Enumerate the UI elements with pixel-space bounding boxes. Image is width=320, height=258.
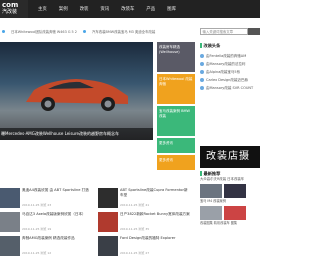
feature-tile[interactable]: 改装房车精选 (Wellhouse)	[157, 42, 195, 72]
main-nav: 主页 案例 改装 资讯 改装车 产品 图库	[38, 0, 176, 18]
recommend-caption[interactable]: 宝马 M4 改装案例	[200, 199, 260, 204]
list-item-label: Carlex Design改装迈巴赫	[206, 78, 248, 82]
article-card[interactable]: Ford Design改装的福特 Explorer 2019-11-25 浏览 …	[98, 236, 194, 258]
feature-tiles: 改装房车精选 (Wellhouse) 日本Whitewool 改装奔驰 宝马改装…	[157, 42, 195, 172]
article-meta: 2019-11-25 浏览 27	[120, 251, 150, 255]
recommend-thumbnail[interactable]	[200, 184, 222, 198]
list-item[interactable]: 由Alpina改装宝马5系	[200, 68, 260, 76]
article-title[interactable]: Ford Design改装的福特 Explorer	[120, 236, 190, 241]
recommend-text[interactable]: 大众高尔夫R改装 日本改装车	[200, 177, 260, 182]
article-meta: 2019-11-25 浏览 41	[120, 203, 150, 207]
article-title[interactable]: ABT Sportsline改装Cupra Formentor新车型	[120, 188, 190, 197]
recommend-thumbnail[interactable]	[224, 184, 246, 198]
feature-tile[interactable]: 更多资讯	[157, 155, 195, 170]
article-meta: 2019-11-25 浏览 23	[22, 203, 52, 207]
recommend-heading: 最新推荐	[200, 170, 260, 177]
article-thumbnail[interactable]	[0, 212, 20, 232]
list-item[interactable]: 由Fentella改装的奔驰AM	[200, 52, 260, 60]
feature-tile[interactable]: 更多资讯	[157, 138, 195, 153]
article-title[interactable]: 日产3822新款Rocket Bunny宽体改装方案	[120, 212, 190, 217]
bullet-icon	[2, 29, 5, 33]
recommend-row	[200, 206, 260, 220]
car-image	[26, 79, 128, 111]
article-thumbnail[interactable]	[0, 236, 20, 256]
article-thumbnail[interactable]	[98, 188, 118, 208]
recommend-row	[200, 184, 260, 198]
article-meta: 2019-11-25 浏览 19	[22, 227, 52, 231]
recommend-heading-text: 最新推荐	[203, 170, 221, 176]
nav-item-news[interactable]: 资讯	[100, 6, 109, 12]
sidebar-heading-text: 改装头条	[203, 42, 221, 48]
ad-banner[interactable]: 改装店摄	[200, 146, 260, 168]
article-title[interactable]: 马自达3 Axela改装版案例欣赏（日本）	[22, 212, 92, 217]
bullet-icon	[200, 78, 204, 82]
feature-tile[interactable]: 宝马改装案例 BMW 改装	[157, 106, 195, 136]
nav-item-cases[interactable]: 案例	[59, 6, 68, 12]
nav-item-products[interactable]: 产品	[146, 6, 155, 12]
nav-item-tuning[interactable]: 改装	[80, 6, 89, 12]
recommend-box: 最新推荐 大众高尔夫R改装 日本改装车 宝马 M4 改装案例 改装图集 精彩改装…	[200, 170, 260, 226]
recommend-thumbnail[interactable]	[224, 206, 246, 220]
heading-marker-icon	[200, 171, 202, 176]
nav-item-gallery[interactable]: 图库	[167, 6, 176, 12]
sidebar-heading: 改装头条	[200, 42, 260, 49]
headline-list: 由Fentella改装的奔驰AM 由Mansory改装的法拉利 由Alpina改…	[200, 52, 260, 92]
list-item-label: 由Alpina改装宝马5系	[206, 70, 241, 74]
list-item[interactable]: 由Mansory改装的法拉利	[200, 60, 260, 68]
article-card[interactable]: 奥迪A4改装欣赏 由 ABT Sportsline 打造 2019-11-25 …	[0, 188, 96, 210]
bullet-icon	[200, 86, 204, 90]
article-thumbnail[interactable]	[98, 236, 118, 256]
article-card[interactable]: 马自达3 Axela改装版案例欣赏（日本） 2019-11-25 浏览 19	[0, 212, 96, 234]
nav-item-home[interactable]: 主页	[38, 6, 47, 12]
top-navigation-bar: com 汽改装 主页 案例 改装 资讯 改装车 产品 图库	[0, 0, 260, 18]
logo-top-text: com	[2, 1, 19, 9]
hero-slider[interactable]: 曝Mercedes-AMG改装Wellhouse Leisure改装的越野房车概…	[0, 42, 153, 140]
list-item-label: 由Fentella改装的奔驰AM	[206, 54, 247, 58]
ticker-item[interactable]: 日本Whitewool团队改装奔驰 W463 G 5 2	[11, 29, 77, 34]
bullet-icon	[200, 62, 204, 66]
site-logo[interactable]: com 汽改装	[0, 0, 28, 18]
article-thumbnail[interactable]	[0, 188, 20, 208]
list-item-label: 由Mansory改装的法拉利	[206, 62, 246, 66]
heading-marker-icon	[200, 43, 202, 48]
search-input[interactable]: 输入关键词搜索文章	[200, 28, 248, 35]
article-card[interactable]: 奔驰AMG改装案例 精选改装作品 2019-11-25 浏览 12	[0, 236, 96, 258]
hero-caption[interactable]: 曝Mercedes-AMG改装Wellhouse Leisure改装的越野房车概…	[0, 128, 153, 140]
article-meta: 2019-11-25 浏览 12	[22, 251, 52, 255]
search-button[interactable]	[248, 28, 260, 35]
article-title[interactable]: 奥迪A4改装欣赏 由 ABT Sportsline 打造	[22, 188, 92, 193]
article-meta: 2019-11-25 浏览 35	[120, 227, 150, 231]
list-item[interactable]: 由Mansory改装 SVR COUNT	[200, 84, 260, 92]
bullet-icon	[200, 54, 204, 58]
list-item[interactable]: Carlex Design改装迈巴赫	[200, 76, 260, 84]
bullet-icon	[82, 29, 86, 33]
feature-tile[interactable]: 日本Whitewool 改装奔驰	[157, 74, 195, 104]
ticker-item[interactable]: 汽车改装BMW改装宝马 M3 奥迪全车改装	[92, 29, 155, 34]
list-item-label: 由Mansory改装 SVR COUNT	[206, 86, 254, 90]
bullet-icon	[200, 70, 204, 74]
logo-bottom-text: 汽改装	[2, 9, 18, 15]
sidebar: 改装头条 由Fentella改装的奔驰AM 由Mansory改装的法拉利 由Al…	[200, 42, 260, 92]
recommend-thumbnail[interactable]	[200, 206, 222, 220]
nav-item-cars[interactable]: 改装车	[121, 6, 134, 12]
article-thumbnail[interactable]	[98, 212, 118, 232]
recommend-caption[interactable]: 改装图集 精彩改装车 图集	[200, 221, 260, 226]
article-card[interactable]: 日产3822新款Rocket Bunny宽体改装方案 2019-11-25 浏览…	[98, 212, 194, 234]
article-card[interactable]: ABT Sportsline改装Cupra Formentor新车型 2019-…	[98, 188, 194, 210]
article-title[interactable]: 奔驰AMG改装案例 精选改装作品	[22, 236, 92, 241]
